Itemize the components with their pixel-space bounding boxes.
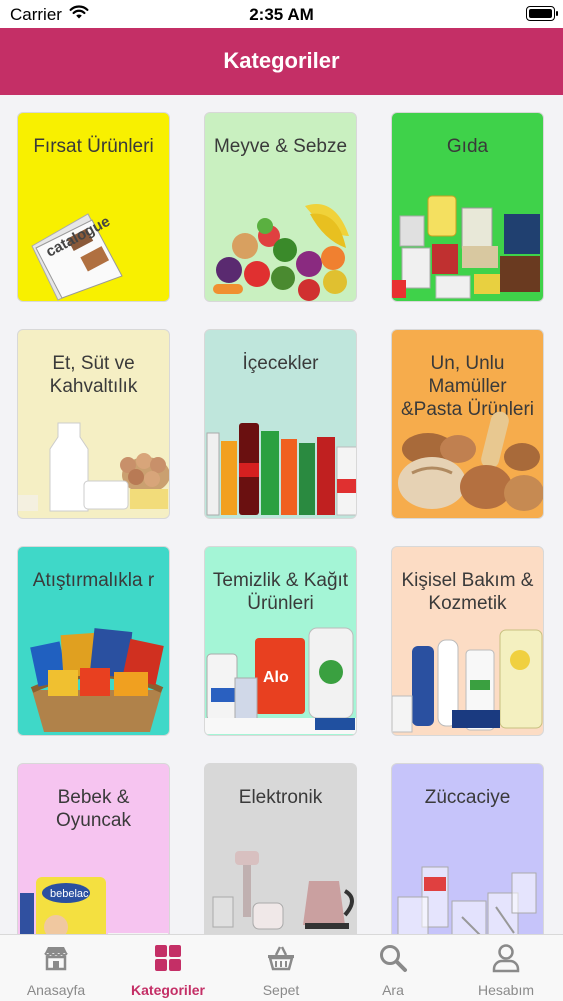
category-label: Et, Süt ve Kahvaltılık	[49, 353, 138, 397]
category-card-kisisel-bakim[interactable]: Kişisel Bakım & Kozmetik	[391, 546, 544, 736]
battery-icon	[526, 6, 558, 21]
category-card-meyve-sebze[interactable]: Meyve & Sebze	[204, 112, 357, 302]
tab-label: Anasayfa	[26, 982, 86, 998]
category-label: İçecekler	[242, 353, 319, 374]
tab-label: Sepet	[262, 982, 300, 998]
category-card-elektronik[interactable]: Elektronik	[204, 763, 357, 934]
basket-icon	[268, 946, 294, 971]
category-card-un-unlu-mamuller[interactable]: Un, Unlu Mamüller &Pasta Ürünleri	[391, 329, 544, 519]
tab-kategoriler[interactable]: Kategoriler	[112, 935, 224, 1001]
status-bar: Carrier 2:35 AM	[0, 0, 563, 28]
grid-icon	[155, 945, 181, 971]
category-label: Kişisel Bakım & Kozmetik	[401, 570, 534, 614]
category-label: Fırsat Ürünleri	[33, 136, 154, 157]
category-label: Elektronik	[238, 787, 323, 808]
tab-label: Ara	[382, 982, 404, 998]
page-title: Kategoriler	[223, 48, 340, 73]
category-card-et-sut-kahvaltilik[interactable]: Et, Süt ve Kahvaltılık	[17, 329, 170, 519]
category-label: Gıda	[446, 136, 489, 157]
baby-products-image: bebelac	[20, 877, 168, 934]
tab-label: Hesabım	[477, 982, 535, 998]
dairy-breakfast-image	[18, 422, 169, 512]
electronics-image	[212, 851, 354, 930]
cleaning-products-image: Alo	[205, 627, 356, 734]
category-card-firsat[interactable]: Fırsat Ürünleri catalogue	[17, 112, 170, 302]
clock: 2:35 AM	[249, 5, 314, 24]
glassware-image	[397, 866, 537, 934]
tab-anasayfa[interactable]: Anasayfa	[0, 935, 112, 1001]
nav-header: Kategoriler	[0, 28, 563, 95]
category-card-bebek-oyuncak[interactable]: Bebek & Oyuncak bebelac	[17, 763, 170, 934]
category-card-icecekler[interactable]: İçecekler	[204, 329, 357, 519]
user-icon	[492, 944, 520, 973]
tab-ara[interactable]: Ara	[337, 935, 449, 1001]
store-icon	[44, 947, 68, 971]
personal-care-image	[392, 629, 543, 733]
snacks-basket-image	[30, 628, 164, 732]
category-card-atistirmaliklar[interactable]: Atıştırmalıkla r	[17, 546, 170, 736]
category-label: Bebek & Oyuncak	[56, 787, 131, 831]
bottom-tab-bar: Anasayfa Kategoriler Sepet Ara Hesabım	[0, 934, 563, 1001]
catalogue-image: catalogue	[31, 213, 123, 301]
grocery-products-image	[392, 195, 540, 299]
category-label: Züccaciye	[424, 787, 511, 808]
search-icon	[380, 945, 407, 972]
category-label: Temizlik & Kağıt Ürünleri	[212, 570, 349, 614]
tab-hesabim[interactable]: Hesabım	[450, 935, 562, 1001]
category-label: Atıştırmalıkla r	[32, 570, 155, 591]
tab-label: Kategoriler	[131, 982, 205, 998]
category-card-zuccaciye[interactable]: Züccaciye	[391, 763, 544, 934]
category-label: Meyve & Sebze	[213, 136, 348, 157]
svg-text:Alo: Alo	[263, 669, 289, 686]
category-card-temizlik-kagit[interactable]: Temizlik & Kağıt Ürünleri Alo	[204, 546, 357, 736]
tab-sepet[interactable]: Sepet	[225, 935, 337, 1001]
category-grid: Fırsat Ürünleri catalogue Meyve & Sebze	[0, 112, 563, 934]
category-card-gida[interactable]: Gıda	[391, 112, 544, 302]
beverages-image	[206, 423, 356, 516]
svg-text:bebelac: bebelac	[50, 888, 89, 900]
bakery-image	[398, 411, 543, 511]
fruits-vegetables-image	[213, 204, 349, 301]
